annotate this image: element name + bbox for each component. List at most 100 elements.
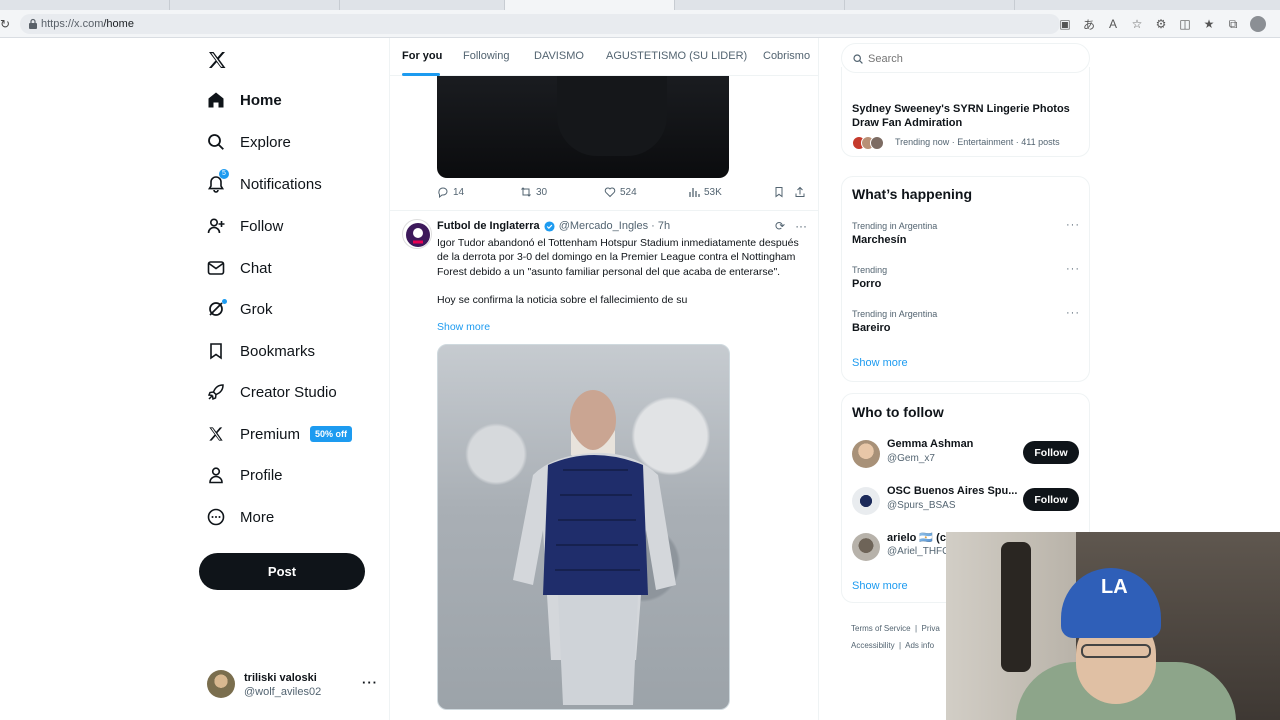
nav-creator-studio[interactable]: Creator Studio — [207, 374, 337, 410]
browser-tab-active[interactable] — [505, 0, 675, 10]
x-logo-icon[interactable] — [207, 50, 227, 70]
more-dots-icon[interactable]: ··· — [795, 219, 807, 233]
nav-bookmarks[interactable]: Bookmarks — [207, 333, 315, 369]
share-icon — [795, 186, 805, 197]
nav-label: Chat — [240, 259, 272, 277]
search-box[interactable] — [841, 43, 1090, 73]
nav-notifications[interactable]: 5 Notifications — [207, 166, 322, 202]
suggestion-handle: @Spurs_BSAS — [887, 500, 956, 511]
avatar[interactable] — [402, 219, 432, 249]
read-aloud-icon[interactable]: A — [1106, 17, 1120, 31]
translate-icon[interactable]: あ — [1082, 17, 1096, 32]
more-dots-icon[interactable]: ··· — [1066, 263, 1080, 275]
trend-item[interactable]: Trending in Argentina Bareiro ··· — [852, 307, 1080, 343]
left-nav: Home Explore 5 Notifications Follow Chat… — [199, 38, 389, 720]
nav-explore[interactable]: Explore — [207, 124, 291, 160]
view-count: 53K — [704, 186, 722, 198]
follow-button[interactable]: Follow — [1023, 441, 1079, 464]
tweet-handle[interactable]: @Mercado_Ingles — [559, 220, 648, 232]
views-button[interactable]: 53K — [688, 186, 722, 198]
premium-discount-badge: 50% off — [310, 426, 353, 442]
nav-premium[interactable]: Premium 50% off — [207, 416, 353, 452]
like-button[interactable]: 524 — [604, 186, 637, 198]
previous-post-media[interactable] — [437, 76, 729, 178]
show-more-link[interactable]: Show more — [437, 321, 490, 333]
more-dots-icon[interactable]: ··· — [1066, 307, 1080, 319]
browser-tab[interactable] — [170, 0, 340, 10]
webcam-overlay: LA — [946, 532, 1280, 720]
trend-name: Marchesín — [852, 234, 907, 246]
browser-profile-avatar[interactable] — [1250, 16, 1266, 32]
repost-count: 30 — [536, 186, 548, 198]
more-dots-icon[interactable]: ··· — [1066, 219, 1080, 231]
split-screen-icon[interactable]: ◫ — [1178, 17, 1192, 31]
rocket-icon — [207, 383, 225, 401]
suggestion-name: arielo 🇦🇷 (c — [887, 532, 946, 544]
browser-tab[interactable] — [340, 0, 505, 10]
follow-suggestion[interactable]: Gemma Ashman @Gem_x7 Follow — [852, 438, 1082, 474]
tweet-header: Futbol de Inglaterra @Mercado_Ingles · 7… — [437, 220, 670, 232]
collections-icon[interactable]: ⧉ — [1226, 17, 1240, 31]
trend-name: Bareiro — [852, 322, 891, 334]
reload-icon[interactable]: ↻ — [0, 17, 12, 31]
timeline: For you Following DAVISMO AGUSTETISMO (S… — [389, 38, 819, 720]
avatar — [207, 670, 235, 698]
repost-button[interactable]: 30 — [520, 186, 547, 198]
favorites-icon[interactable]: ★ — [1202, 17, 1216, 31]
trend-item[interactable]: Trending Porro ··· — [852, 263, 1080, 299]
follow-suggestion[interactable]: OSC Buenos Aires Spu... @Spurs_BSAS Foll… — [852, 485, 1082, 521]
search-input[interactable] — [868, 50, 1068, 68]
footer-link[interactable]: Ads info — [905, 641, 934, 650]
tab-davismo[interactable]: DAVISMO — [534, 50, 584, 62]
tab-following[interactable]: Following — [463, 50, 509, 62]
top-trend-card[interactable]: Sydney Sweeney's SYRN Lingerie Photos Dr… — [841, 67, 1090, 157]
trend-meta: Trending now · Entertainment · 411 posts — [895, 137, 1060, 147]
favorite-star-icon[interactable]: ☆ — [1130, 17, 1144, 31]
reader-view-icon[interactable]: ▣ — [1058, 17, 1072, 31]
lock-icon — [29, 18, 37, 29]
show-more-link[interactable]: Show more — [852, 357, 908, 369]
browser-tab[interactable] — [675, 0, 845, 10]
show-more-link[interactable]: Show more — [852, 580, 908, 592]
browser-toolbar: ▣ あ A ☆ ⚙ ◫ ★ ⧉ — [1058, 15, 1266, 33]
previous-post-actions: 14 30 524 53K — [437, 186, 809, 202]
reply-button[interactable]: 14 — [437, 186, 464, 198]
footer-link[interactable]: Priva — [922, 624, 940, 633]
trend-item[interactable]: Trending in Argentina Marchesín ··· — [852, 219, 1080, 255]
extensions-icon[interactable]: ⚙ — [1154, 17, 1168, 31]
browser-tab[interactable] — [0, 0, 170, 10]
tweet-image[interactable] — [437, 344, 730, 710]
trend-name: Porro — [852, 278, 882, 290]
bookmark-button[interactable] — [773, 186, 785, 198]
footer-link[interactable]: Accessibility — [851, 641, 895, 650]
grok-explain-icon[interactable]: ⟳ — [775, 219, 785, 233]
suggestion-name: Gemma Ashman — [887, 438, 974, 450]
browser-tab[interactable] — [845, 0, 1015, 10]
url-field[interactable]: https://x.com/home — [20, 14, 1060, 34]
nav-chat[interactable]: Chat — [207, 250, 272, 286]
reply-icon — [438, 187, 448, 198]
tweet-author-name[interactable]: Futbol de Inglaterra — [437, 220, 540, 232]
nav-grok[interactable]: Grok — [207, 291, 273, 327]
more-circle-icon — [207, 508, 225, 526]
trend-context: Trending in Argentina — [852, 221, 938, 231]
like-count: 524 — [620, 186, 637, 198]
add-person-icon — [207, 217, 225, 235]
bookmark-icon — [775, 187, 783, 198]
account-switcher[interactable]: triliski valoski @wolf_aviles02 ··· — [207, 670, 377, 700]
tweet-time[interactable]: 7h — [658, 220, 670, 232]
footer-link[interactable]: Terms of Service — [851, 624, 911, 633]
nav-follow[interactable]: Follow — [207, 208, 283, 244]
nav-home[interactable]: Home — [207, 82, 282, 118]
heart-icon — [604, 187, 616, 198]
nav-profile[interactable]: Profile — [207, 457, 283, 493]
tab-cobrismo[interactable]: Cobrismo — [763, 50, 810, 62]
share-button[interactable] — [794, 186, 806, 198]
post-button[interactable]: Post — [199, 553, 365, 590]
avatar — [870, 136, 884, 150]
tab-agustetismo[interactable]: AGUSTETISMO (SU LIDER) — [606, 50, 747, 62]
nav-more[interactable]: More — [207, 499, 274, 535]
tab-for-you[interactable]: For you — [402, 50, 442, 62]
nav-label: Follow — [240, 217, 284, 235]
follow-button[interactable]: Follow — [1023, 488, 1079, 511]
